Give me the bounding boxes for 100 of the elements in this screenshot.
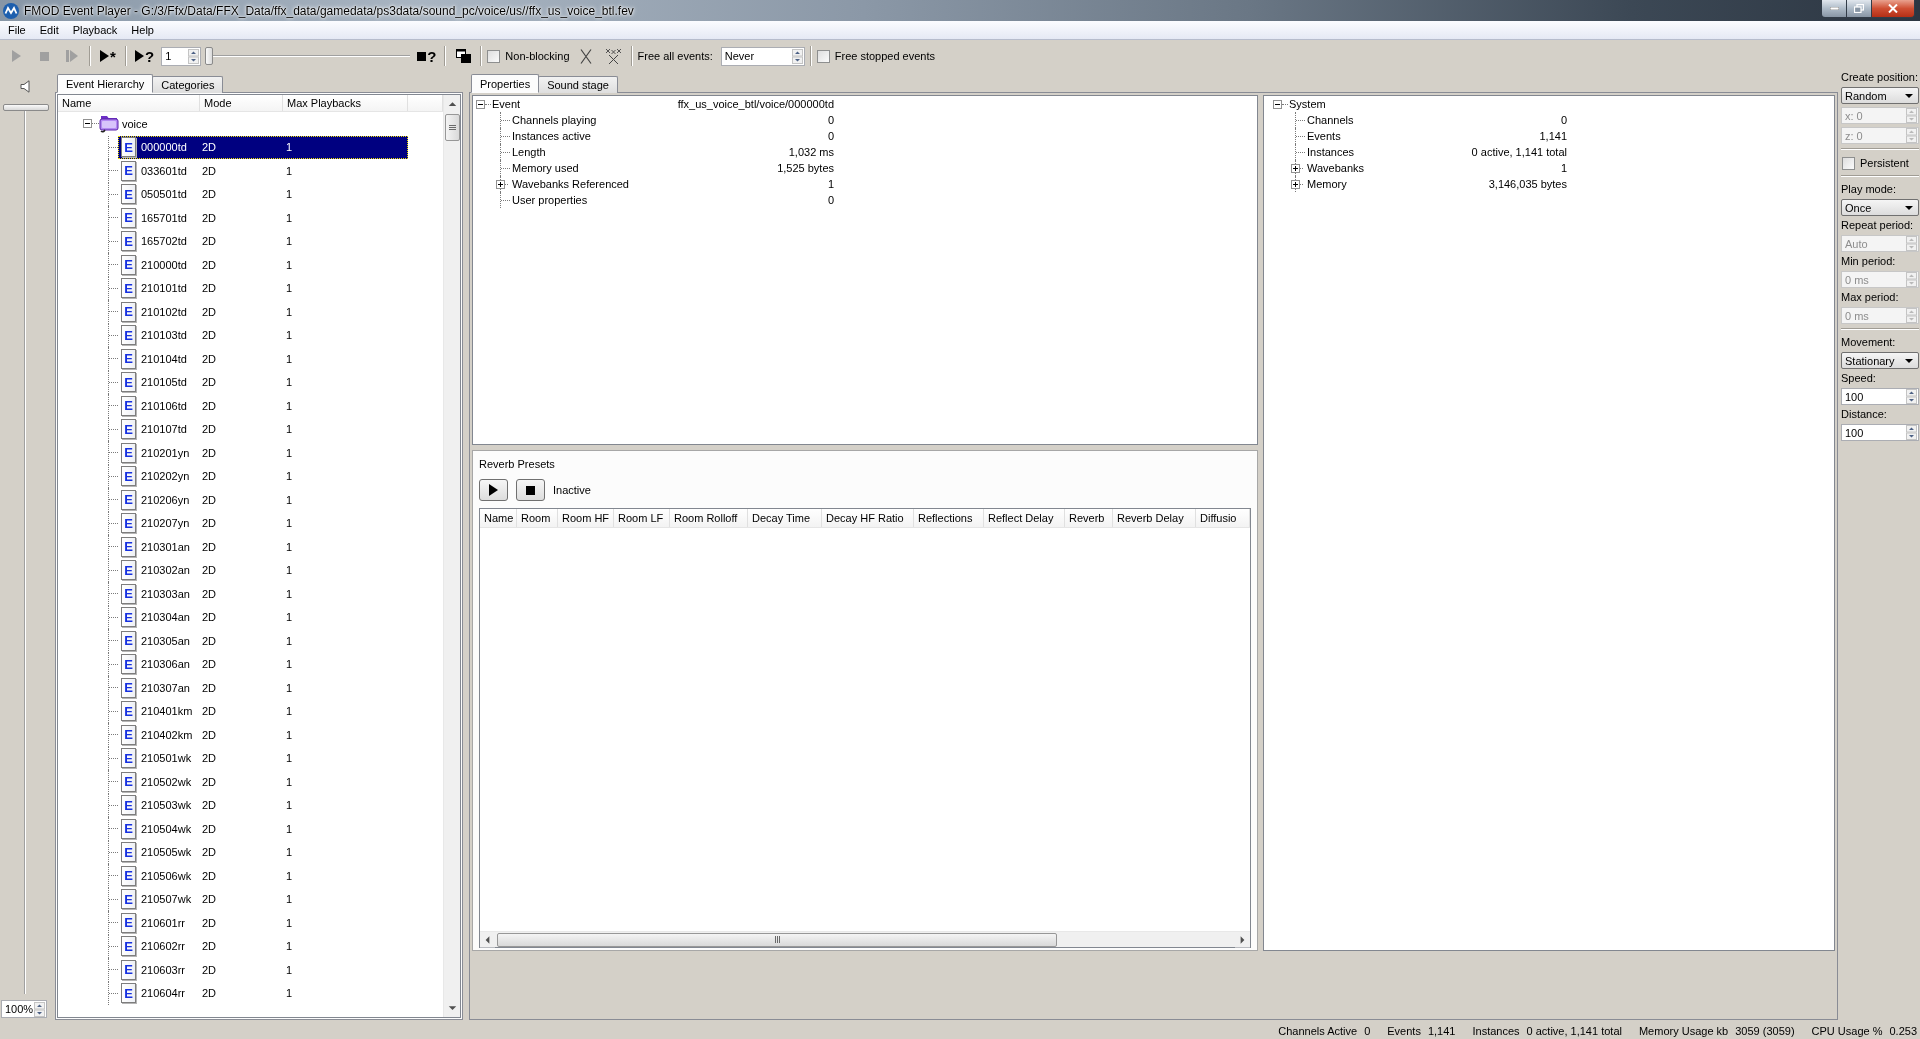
tab[interactable]: Sound stage [538, 76, 618, 93]
column-header[interactable]: Name [58, 95, 200, 111]
tree-item[interactable]: E 210101td 2D 1 [118, 277, 408, 300]
field-label: Repeat period: [1841, 219, 1915, 232]
tree-item[interactable]: E 210104td 2D 1 [118, 347, 408, 370]
event-name: 210402km [141, 728, 194, 741]
tree-item[interactable]: E 210207yn 2D 1 [118, 512, 408, 535]
slider-thumb[interactable] [205, 47, 214, 65]
tree-item[interactable]: E 210000td 2D 1 [118, 253, 408, 276]
tree-item[interactable]: E 210603rr 2D 1 [118, 958, 408, 981]
spin-box[interactable]: 1 [161, 46, 202, 66]
dropdown[interactable]: Random [1841, 87, 1919, 104]
column-header[interactable]: Decay Time [748, 509, 822, 527]
play-query-button[interactable]: ? [132, 45, 158, 67]
stop-query-button[interactable]: ? [414, 45, 440, 67]
spin-arrows-icon[interactable] [34, 1001, 45, 1017]
tree-item[interactable]: E 210505wk 2D 1 [118, 841, 408, 864]
tree-item[interactable]: E 165701td 2D 1 [118, 206, 408, 229]
tree-item[interactable]: E 210106td 2D 1 [118, 394, 408, 417]
tree-item[interactable]: E 210305an 2D 1 [118, 629, 408, 652]
tree-item[interactable]: E 210501wk 2D 1 [118, 747, 408, 770]
tree-item[interactable]: E 210105td 2D 1 [118, 371, 408, 394]
close-button[interactable] [1871, 0, 1915, 18]
tree-item[interactable]: E 210302an 2D 1 [118, 559, 408, 582]
dropdown[interactable]: Once [1841, 199, 1919, 216]
spin-arrows-icon[interactable] [1906, 425, 1917, 440]
tree-item[interactable]: E 210306an 2D 1 [118, 653, 408, 676]
expand-icon[interactable] [496, 179, 505, 189]
tab[interactable]: Properties [471, 74, 540, 93]
column-header[interactable]: Reverb [1065, 509, 1113, 527]
dropdown[interactable]: Stationary [1841, 352, 1919, 369]
vertical-scrollbar[interactable] [443, 95, 460, 1017]
spin-arrows-icon[interactable] [188, 48, 200, 64]
expand-icon[interactable] [1291, 179, 1300, 189]
tree-item[interactable]: voice [99, 112, 151, 135]
stop-button[interactable] [516, 479, 545, 501]
scrollbar-thumb[interactable] [444, 114, 460, 141]
spin-arrows-icon[interactable] [791, 48, 803, 64]
collapse-icon[interactable] [1273, 99, 1282, 109]
tree-item[interactable]: E 210103td 2D 1 [118, 324, 408, 347]
tree-item[interactable]: E 210201yn 2D 1 [118, 441, 408, 464]
tree-item[interactable]: E 210304an 2D 1 [118, 606, 408, 629]
tree-item[interactable]: E 210504wk 2D 1 [118, 817, 408, 840]
menu-item[interactable]: Edit [32, 21, 66, 39]
play-all-button[interactable]: * [96, 45, 120, 67]
tab[interactable]: Categories [152, 76, 224, 93]
tree-item[interactable]: E 210107td 2D 1 [118, 418, 408, 441]
tree-item[interactable]: E 165702td 2D 1 [118, 230, 408, 253]
expand-icon[interactable] [1291, 163, 1300, 173]
tree-item[interactable]: E 210401km 2D 1 [118, 700, 408, 723]
speaker-icon[interactable] [20, 80, 32, 93]
tree-item[interactable]: E 210601rr 2D 1 [118, 911, 408, 934]
tree-item[interactable]: E 210202yn 2D 1 [118, 465, 408, 488]
column-header[interactable]: Decay HF Ratio [822, 509, 914, 527]
tree-item[interactable]: E 210506wk 2D 1 [118, 864, 408, 887]
tree-item[interactable]: E 210402km 2D 1 [118, 723, 408, 746]
tree-item[interactable]: E 033601td 2D 1 [118, 159, 408, 182]
tree-item[interactable]: E 210206yn 2D 1 [118, 488, 408, 511]
column-header[interactable]: Reflections [914, 509, 984, 527]
tree-item[interactable]: E 210303an 2D 1 [118, 582, 408, 605]
tree-item[interactable]: E 210502wk 2D 1 [118, 770, 408, 793]
tree-item[interactable]: E 210503wk 2D 1 [118, 794, 408, 817]
column-header[interactable]: Mode [200, 95, 283, 111]
maximize-button[interactable] [1846, 0, 1872, 18]
scrollbar-thumb[interactable] [497, 932, 1057, 947]
spin-box[interactable]: Never [720, 46, 805, 66]
tree-item[interactable]: E 210604rr 2D 1 [118, 982, 408, 1005]
checkbox[interactable] [1842, 156, 1855, 170]
tree-item[interactable]: E 050501td 2D 1 [118, 183, 408, 206]
volume-slider-thumb[interactable] [3, 104, 49, 111]
tree-item[interactable]: E 210507wk 2D 1 [118, 888, 408, 911]
tab[interactable]: Event Hierarchy [57, 74, 154, 93]
checkbox[interactable] [816, 49, 830, 63]
play-button[interactable] [479, 479, 508, 501]
menu-item[interactable]: Help [124, 21, 161, 39]
column-header[interactable]: Name [480, 509, 517, 527]
tree-item[interactable]: E 210602rr 2D 1 [118, 935, 408, 958]
column-header[interactable]: Room HF [558, 509, 614, 527]
column-header[interactable]: Diffusio [1196, 509, 1250, 527]
spin-box[interactable]: 100 [1841, 424, 1919, 441]
horizontal-scrollbar[interactable] [480, 931, 1250, 947]
column-header[interactable]: Reverb Delay [1113, 509, 1196, 527]
checkbox[interactable] [487, 49, 501, 63]
column-header[interactable]: Reflect Delay [984, 509, 1065, 527]
column-header[interactable]: Room LF [614, 509, 670, 527]
minimize-button[interactable] [1821, 0, 1847, 18]
tree-item[interactable]: E 210301an 2D 1 [118, 535, 408, 558]
spin-arrows-icon[interactable] [1906, 389, 1917, 404]
collapse-icon[interactable] [83, 119, 92, 129]
column-header[interactable]: Room Rolloff [670, 509, 748, 527]
tree-item[interactable]: E 210102td 2D 1 [118, 300, 408, 323]
zoom-spin-box[interactable]: 100% [1, 1000, 47, 1018]
tree-item[interactable]: E 000000td 2D 1 [118, 136, 408, 159]
menu-item[interactable]: Playback [65, 21, 125, 39]
column-header[interactable]: Room [517, 509, 558, 527]
menu-item[interactable]: File [1, 21, 33, 39]
column-header[interactable]: Max Playbacks [283, 95, 408, 111]
collapse-icon[interactable] [476, 99, 485, 109]
tree-item[interactable]: E 210307an 2D 1 [118, 676, 408, 699]
spin-box[interactable]: 100 [1841, 388, 1919, 405]
